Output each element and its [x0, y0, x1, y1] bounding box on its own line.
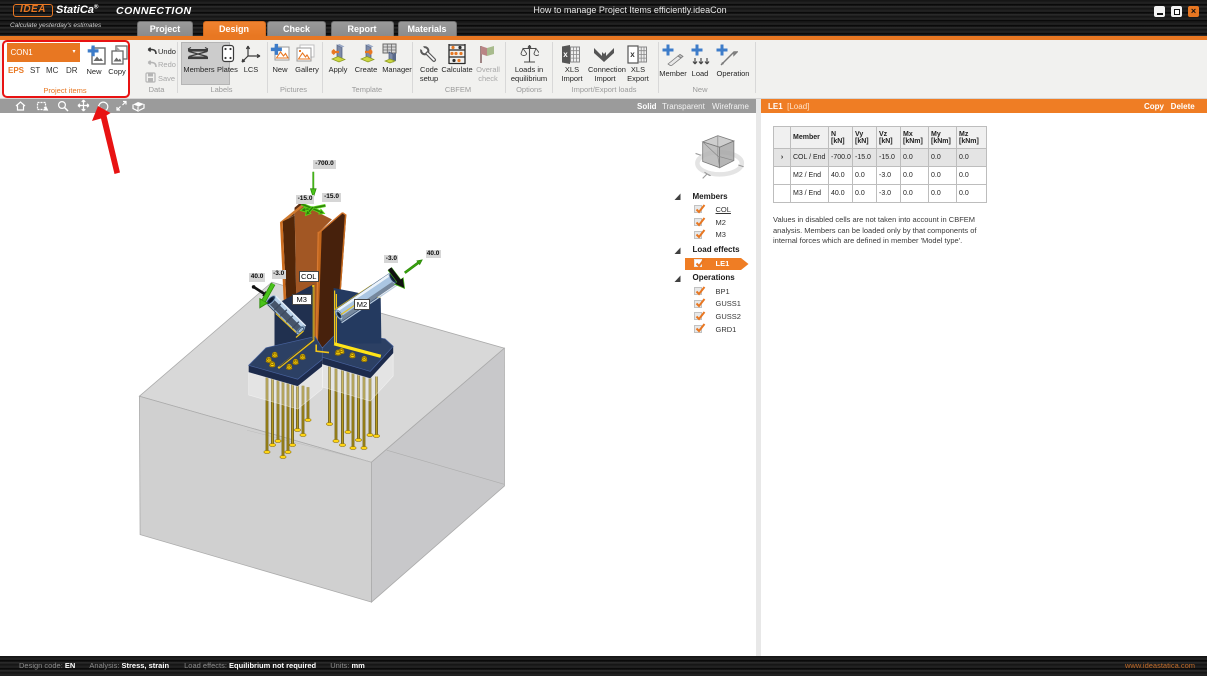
svg-text:x: x [630, 50, 635, 59]
svg-text:x: x [563, 50, 568, 59]
